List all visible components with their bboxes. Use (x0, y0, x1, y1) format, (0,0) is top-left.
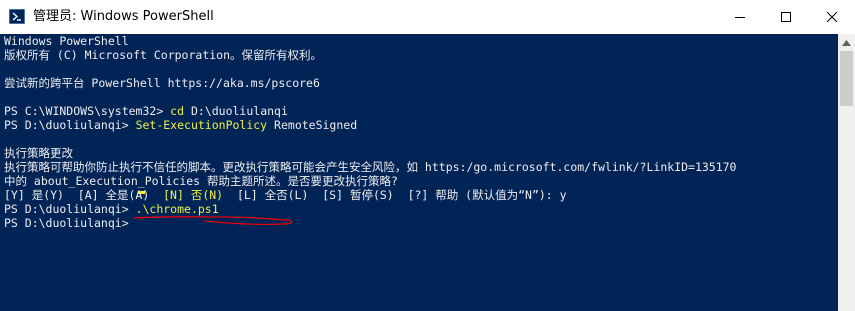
close-icon (827, 12, 837, 22)
console-text: Windows PowerShell (4, 34, 129, 48)
console-text: 中的 about_Execution_Policies 帮助主题所述。是否要更改… (4, 174, 398, 188)
console-line: 执行策略可帮助你防止执行不信任的脚本。更改执行策略可能会产生安全风险，如 htt… (4, 160, 736, 174)
console-text: PS C:\WINDOWS\system32> (4, 104, 171, 118)
close-button[interactable] (809, 0, 855, 34)
console-line: PS D:\duoliulanqi> (4, 216, 136, 230)
window-title: 管理员: Windows PowerShell (33, 9, 214, 24)
scroll-up-button[interactable] (838, 34, 855, 51)
console-text: RemoteSigned (267, 118, 358, 132)
console-line: PS D:\duoliulanqi> Set-ExecutionPolicy R… (4, 118, 357, 132)
minimize-button[interactable] (717, 0, 763, 34)
console-line: PS D:\duoliulanqi> .\chrome.ps1 (4, 202, 219, 216)
console-line: 执行策略更改 (4, 146, 73, 160)
console-output[interactable]: Windows PowerShell 版权所有 (C) Microsoft Cor… (0, 34, 838, 311)
command-text: [N] 否(N) (163, 188, 224, 202)
console-text: PS D:\duoliulanqi> (4, 202, 136, 216)
console-line: Windows PowerShell (4, 34, 129, 48)
maximize-button[interactable] (763, 0, 809, 34)
vertical-scrollbar[interactable] (838, 34, 855, 311)
console-line: 尝试新的跨平台 PowerShell https://aka.ms/pscore… (4, 76, 320, 90)
scrollbar-thumb[interactable] (840, 51, 853, 106)
console-text: 尝试新的跨平台 PowerShell https://aka.ms/pscore… (4, 76, 320, 90)
maximize-icon (781, 12, 791, 22)
console-text: PS D:\duoliulanqi> (4, 118, 136, 132)
console-text: D:\duoliulanqi (184, 104, 288, 118)
text-cursor (138, 191, 145, 194)
minimize-icon (735, 17, 745, 18)
console-line: 中的 about_Execution_Policies 帮助主题所述。是否要更改… (4, 174, 398, 188)
console-text: [L] 全否(L) [S] 暂停(S) [?] 帮助 (默认值为“N”): y (223, 188, 567, 202)
powershell-window: 管理员: Windows PowerShell Windows PowerShe… (0, 0, 855, 311)
command-text: Set-ExecutionPolicy (135, 118, 268, 132)
command-text: .\chrome.ps1 (135, 202, 219, 216)
console-text: 执行策略可帮助你防止执行不信任的脚本。更改执行策略可能会产生安全风险，如 htt… (4, 160, 737, 174)
chevron-up-icon (842, 39, 851, 46)
powershell-icon[interactable] (9, 9, 25, 24)
title-bar[interactable]: 管理员: Windows PowerShell (0, 0, 855, 34)
console-text: PS D:\duoliulanqi> (4, 216, 136, 230)
console-line: PS C:\WINDOWS\system32> cd D:\duoliulanq… (4, 104, 288, 118)
console-line: [Y] 是(Y) [A] 全是(A) [N] 否(N) [L] 全否(L) [S… (4, 188, 567, 202)
command-text: cd (170, 104, 185, 118)
console-text: 执行策略更改 (4, 146, 73, 160)
console-text: 版权所有 (C) Microsoft Corporation。保留所有权利。 (4, 48, 323, 62)
console-line: 版权所有 (C) Microsoft Corporation。保留所有权利。 (4, 48, 322, 62)
